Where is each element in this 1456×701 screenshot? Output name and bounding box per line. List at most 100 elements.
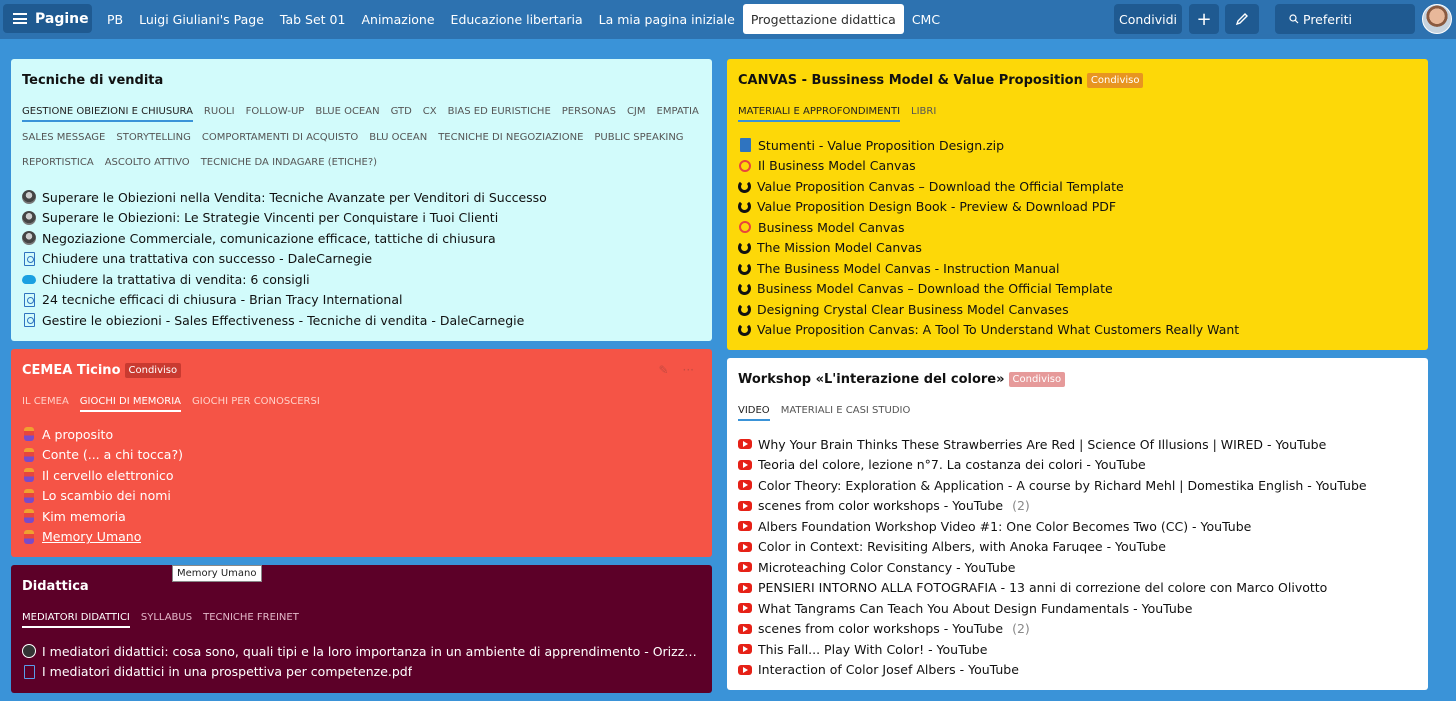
- link-item[interactable]: Value Proposition Canvas: A Tool To Unde…: [738, 320, 1420, 341]
- widget-tab[interactable]: Sales message: [22, 132, 105, 146]
- link-item[interactable]: Negoziazione Commerciale, comunicazione …: [22, 228, 704, 249]
- link-item[interactable]: Superare le Obiezioni: Le Strategie Vinc…: [22, 208, 704, 229]
- link-item[interactable]: Business Model Canvas: [738, 217, 1420, 238]
- link-item[interactable]: Interaction of Color Josef Albers - YouT…: [738, 660, 1420, 681]
- widget-tab[interactable]: Personas: [562, 106, 616, 122]
- link-item[interactable]: Gestire le obiezioni - Sales Effectivene…: [22, 310, 704, 331]
- tab-4[interactable]: Educazione libertaria: [443, 4, 591, 34]
- link-item[interactable]: A proposito: [22, 424, 704, 445]
- widget-tab[interactable]: Giochi per conoscersi: [192, 396, 320, 412]
- link-text: A proposito: [42, 426, 114, 442]
- link-item[interactable]: The Mission Model Canvas: [738, 238, 1420, 259]
- youtube-icon: [738, 644, 752, 655]
- link-item[interactable]: Superare le Obiezioni nella Vendita: Tec…: [22, 187, 704, 208]
- tab-3[interactable]: Animazione: [353, 4, 442, 34]
- link-text: scenes from color workshops - YouTube: [758, 498, 1004, 514]
- widget-tab[interactable]: Follow-up: [246, 106, 305, 122]
- link-item[interactable]: I mediatori didattici in una prospettiva…: [22, 662, 704, 683]
- widget-tab[interactable]: CX: [423, 106, 437, 122]
- tab-6[interactable]: Progettazione didattica: [742, 4, 904, 34]
- link-list: I mediatori didattici: cosa sono, quali …: [22, 641, 704, 682]
- widget-tab[interactable]: Video: [738, 405, 770, 421]
- widget-tab[interactable]: Syllabus: [141, 612, 192, 628]
- link-item[interactable]: scenes from color workshops - YouTube (2): [738, 496, 1420, 517]
- link-item[interactable]: Value Proposition Design Book - Preview …: [738, 197, 1420, 218]
- widget-tab[interactable]: Gestione obiezioni e chiusura: [22, 106, 193, 122]
- link-text: Negoziazione Commerciale, comunicazione …: [42, 230, 496, 246]
- widget-tab[interactable]: Reportistica: [22, 157, 94, 171]
- link-item[interactable]: Conte (... a chi tocca?): [22, 445, 704, 466]
- link-item[interactable]: Kim memoria: [22, 506, 704, 527]
- widget-tab[interactable]: Tecniche Freinet: [203, 612, 299, 628]
- orizzonte-icon: [22, 644, 36, 659]
- widget-tab[interactable]: CJM: [627, 106, 646, 122]
- widget-tab[interactable]: Materiali e casi studio: [781, 405, 911, 421]
- link-text: I mediatori didattici: cosa sono, quali …: [42, 643, 704, 659]
- tab-2[interactable]: Tab Set 01: [272, 4, 354, 34]
- search-input[interactable]: Preferiti: [1275, 4, 1415, 34]
- tab-1[interactable]: Luigi Giuliani's Page: [131, 4, 272, 34]
- tooltip: Memory Umano: [172, 565, 262, 582]
- link-item[interactable]: Designing Crystal Clear Business Model C…: [738, 299, 1420, 320]
- widget-tab[interactable]: GTD: [391, 106, 412, 122]
- link-item[interactable]: Memory Umano: [22, 527, 704, 548]
- link-item[interactable]: Teoria del colore, lezione n°7. La costa…: [738, 455, 1420, 476]
- link-item[interactable]: Stumenti - Value Proposition Design.zip: [738, 135, 1420, 156]
- widget-tab[interactable]: Mediatori didattici: [22, 612, 130, 628]
- tab-0[interactable]: PB: [99, 4, 131, 34]
- youtube-icon: [738, 459, 752, 470]
- link-item[interactable]: Why Your Brain Thinks These Strawberries…: [738, 434, 1420, 455]
- widget-tab[interactable]: Tecniche di negoziazione: [438, 132, 583, 146]
- edit-icon[interactable]: ✎: [658, 363, 668, 377]
- link-item[interactable]: Value Proposition Canvas – Download the …: [738, 176, 1420, 197]
- tab-5[interactable]: La mia pagina iniziale: [591, 4, 743, 34]
- widget-tab[interactable]: Blue Ocean: [315, 106, 379, 122]
- widget-tab[interactable]: Empatia: [657, 106, 699, 122]
- share-button[interactable]: Condividi: [1114, 4, 1182, 34]
- widget-tab[interactable]: Storytelling: [116, 132, 191, 146]
- link-item[interactable]: scenes from color workshops - YouTube (2): [738, 619, 1420, 640]
- link-item[interactable]: Albers Foundation Workshop Video #1: One…: [738, 516, 1420, 537]
- link-item[interactable]: This Fall... Play With Color! - YouTube: [738, 639, 1420, 660]
- link-item[interactable]: Chiudere la trattativa di vendita: 6 con…: [22, 269, 704, 290]
- link-list: A proposito Conte (... a chi tocca?) Il ce…: [22, 424, 704, 547]
- widget-tab[interactable]: Bias ed euristiche: [448, 106, 551, 122]
- tab-7[interactable]: CMC: [904, 4, 948, 34]
- link-item[interactable]: Business Model Canvas – Download the Off…: [738, 279, 1420, 300]
- widget-tab[interactable]: Tecniche da indagare (etiche?): [201, 157, 377, 171]
- link-item[interactable]: Chiudere una trattativa con successo - D…: [22, 249, 704, 270]
- edit-button[interactable]: [1225, 4, 1259, 34]
- pdf-icon: [23, 251, 35, 266]
- widget-tab[interactable]: Il CEMEA: [22, 396, 69, 412]
- widget-tab[interactable]: Ruoli: [204, 106, 235, 122]
- link-text: Chiudere una trattativa con successo - D…: [42, 251, 373, 267]
- link-text: Memory Umano: [42, 529, 142, 545]
- link-text: Value Proposition Canvas – Download the …: [757, 178, 1124, 194]
- link-item[interactable]: The Business Model Canvas - Instruction …: [738, 258, 1420, 279]
- link-text: Superare le Obiezioni: Le Strategie Vinc…: [42, 210, 499, 226]
- link-item[interactable]: Il Business Model Canvas: [738, 156, 1420, 177]
- widget-tab[interactable]: Giochi di memoria: [79, 396, 182, 412]
- widget-tab[interactable]: Libri: [911, 106, 936, 122]
- more-icon[interactable]: ···: [683, 363, 694, 377]
- widget-tab[interactable]: Materiali e approfondimenti: [738, 106, 901, 122]
- link-item[interactable]: Microteaching Color Constancy - YouTube: [738, 557, 1420, 578]
- widget-tab[interactable]: Ascolto attivo: [105, 157, 190, 171]
- link-item[interactable]: Color Theory: Exploration & Application …: [738, 475, 1420, 496]
- link-text: The Mission Model Canvas: [757, 240, 922, 256]
- add-icon[interactable]: +: [1189, 4, 1219, 34]
- link-item[interactable]: 24 tecniche efficaci di chiusura - Brian…: [22, 290, 704, 311]
- link-item[interactable]: Color in Context: Revisiting Albers, wit…: [738, 537, 1420, 558]
- swirl-icon: [738, 179, 751, 193]
- widget-tab[interactable]: Public speaking: [594, 132, 683, 146]
- link-item[interactable]: PENSIERI INTORNO ALLA FOTOGRAFIA - 13 an…: [738, 578, 1420, 599]
- link-item[interactable]: Lo scambio dei nomi: [22, 486, 704, 507]
- link-item[interactable]: Il cervello elettronico: [22, 465, 704, 486]
- link-item[interactable]: I mediatori didattici: cosa sono, quali …: [22, 641, 704, 662]
- shared-badge: Condiviso: [124, 363, 182, 378]
- widget-tab[interactable]: Comportamenti di acquisto: [202, 132, 358, 146]
- link-item[interactable]: What Tangrams Can Teach You About Design…: [738, 598, 1420, 619]
- pages-menu-button[interactable]: Pagine: [3, 4, 92, 33]
- user-avatar[interactable]: [1422, 4, 1452, 34]
- widget-tab[interactable]: Blu ocean: [369, 132, 427, 146]
